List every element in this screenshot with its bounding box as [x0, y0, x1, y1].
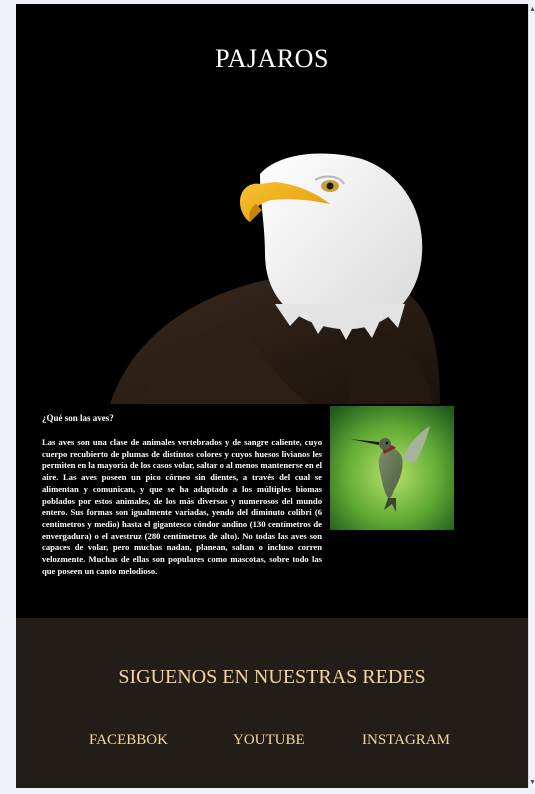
- scroll-up-icon[interactable]: ▲: [529, 5, 535, 13]
- hummingbird-illustration: [330, 406, 454, 530]
- page-title: PAJAROS: [215, 44, 329, 73]
- scroll-down-icon[interactable]: ▼: [529, 778, 535, 786]
- header: PAJAROS: [16, 4, 528, 114]
- vertical-scrollbar[interactable]: [528, 4, 535, 788]
- intro-paragraph: Las aves son una clase de animales verte…: [42, 437, 322, 576]
- footer: SIGUENOS EN NUESTRAS REDES FACEBBOK YOUT…: [16, 618, 528, 788]
- eagle-image: [100, 114, 440, 404]
- youtube-link[interactable]: YOUTUBE: [233, 732, 305, 749]
- facebook-link[interactable]: FACEBBOK: [89, 732, 168, 749]
- intro-section: ¿Qué son las aves? Las aves son una clas…: [16, 404, 528, 618]
- instagram-link[interactable]: INSTAGRAM: [362, 732, 450, 749]
- follow-heading: SIGUENOS EN NUESTRAS REDES: [118, 666, 426, 688]
- browser-viewport: PAJAROS ¿Qué son las aves? Las aves son …: [0, 0, 535, 794]
- page: PAJAROS ¿Qué son las aves? Las aves son …: [16, 4, 528, 788]
- intro-question: ¿Qué son las aves?: [42, 413, 114, 423]
- eagle-illustration: [100, 114, 440, 404]
- hummingbird-image: [330, 406, 454, 530]
